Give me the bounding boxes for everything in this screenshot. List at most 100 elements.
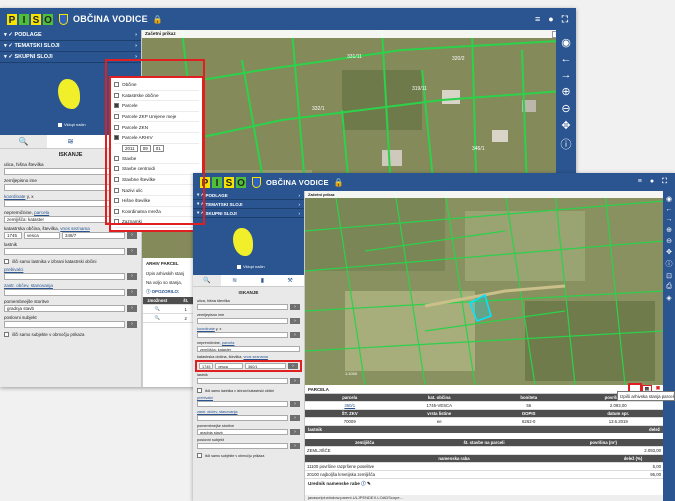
owner-only-checkbox[interactable]: išči samo lastnika v izbrani katastrski … (193, 386, 304, 395)
edit-icon[interactable]: ✎ (367, 481, 371, 486)
accordion-skupni-sloji[interactable]: ▾ ✓ SKUPNI SLOJI › (193, 209, 304, 218)
place-name-input[interactable] (197, 318, 288, 324)
services-select[interactable]: gradnja stavb (197, 429, 288, 435)
pan-icon[interactable]: ✥ (666, 248, 672, 256)
street-input[interactable] (197, 304, 288, 310)
measure-icon[interactable]: ⊡ (666, 272, 672, 280)
tab-layers[interactable]: ≋ (221, 275, 249, 286)
info-icon[interactable]: ⓘ (666, 259, 673, 269)
back-arrow-icon[interactable]: ← (561, 53, 572, 65)
piso-logo: PISO (199, 175, 247, 189)
coordinates-input[interactable] (197, 332, 288, 338)
overview-minimap[interactable]: Vklopi način (193, 218, 304, 275)
business-go-button[interactable]: › (290, 443, 300, 449)
map-header: Začetni prikazopis (142, 30, 576, 38)
svg-text:320/2: 320/2 (452, 56, 465, 62)
info-icon[interactable]: ⓘ (561, 136, 572, 152)
tab-layers[interactable]: ≋ (47, 135, 94, 148)
insured-input[interactable] (4, 289, 125, 296)
residents-go-button[interactable]: › (290, 401, 300, 407)
land-use-table: namenska raba delež (%) 11100 površine ra… (305, 455, 663, 479)
zoom-in-icon[interactable]: ⊕ (561, 85, 570, 98)
minimap-mode-toggle[interactable]: Vklopi način (237, 264, 265, 269)
owner-input[interactable] (4, 248, 125, 255)
land-use-editor[interactable]: Urednik namenske rabe ⓘ ✎ (305, 479, 663, 489)
accordion-tematski-sloji[interactable]: ▾ ✓ TEMATSKI SLOJI › (193, 200, 304, 209)
owner-go-button[interactable]: › (290, 378, 300, 384)
services-label: pomembnejše storitve (4, 299, 49, 304)
archive-text: Izpis arhivskih stanj (146, 271, 185, 276)
map-view[interactable]: Začetni prikaz 1:1000 (305, 191, 663, 385)
services-go-button[interactable]: › (290, 429, 300, 435)
forward-arrow-icon[interactable]: → (666, 216, 673, 223)
business-only-checkbox[interactable]: išči samo subjekte v območju prikaza (0, 330, 141, 339)
forward-arrow-icon[interactable]: → (561, 69, 572, 81)
pan-icon[interactable]: ✥ (561, 119, 570, 132)
layers-icon[interactable]: ◈ (666, 294, 671, 302)
help-icon[interactable]: ⓘ (361, 481, 366, 486)
property-type-select[interactable]: zemljišča: kataster (197, 346, 300, 352)
zoom-out-icon[interactable]: ⊖ (666, 237, 672, 245)
fullscreen-icon[interactable]: ⛶ (562, 14, 568, 25)
coordinates-go-button[interactable]: › (290, 332, 300, 338)
user-icon[interactable]: ● (548, 14, 553, 25)
ko-name-select[interactable]: vesca (24, 232, 60, 239)
insured-go-button[interactable]: › (290, 415, 300, 421)
tab-bookmarks[interactable]: ▮ (249, 275, 277, 286)
insured-go-button[interactable]: › (127, 289, 137, 296)
services-select[interactable]: gradnja stavb (4, 305, 125, 312)
tab-search[interactable]: 🔍 (0, 135, 47, 148)
business-only-checkbox[interactable]: išči samo subjekte v območju prikaza (193, 451, 304, 460)
street-go-button[interactable]: › (290, 304, 300, 310)
parcel-go-button[interactable]: › (288, 363, 298, 369)
ko-code-input[interactable]: 1745 (4, 232, 22, 239)
tab-search[interactable]: 🔍 (193, 275, 221, 286)
eye-icon[interactable]: ◉ (561, 36, 571, 49)
owner-go-button[interactable]: › (127, 248, 137, 255)
accordion-tematski-sloji[interactable]: ▾ ✓ TEMATSKI SLOJI › (0, 41, 141, 52)
business-input[interactable] (197, 443, 288, 449)
zoom-out-icon[interactable]: ⊖ (561, 102, 570, 115)
print-icon[interactable]: ⎙ (666, 283, 672, 291)
ko-name-select[interactable]: vesca (215, 363, 243, 369)
archive-search-icon[interactable]: 🔍 (143, 304, 172, 314)
insured-input[interactable] (197, 415, 288, 421)
parcel-link[interactable]: 360/1 (344, 403, 355, 408)
residents-input[interactable] (197, 401, 288, 407)
menu-icon[interactable]: ≡ (535, 14, 540, 25)
ko-code-input[interactable]: 1745 (199, 363, 213, 369)
back-arrow-icon[interactable]: ← (666, 206, 673, 213)
business-input[interactable] (4, 321, 125, 328)
aerial-map-background: 1:1000 (305, 191, 663, 385)
place-name-go-button[interactable]: › (290, 318, 300, 324)
svg-text:346/1: 346/1 (472, 146, 485, 152)
lock-icon[interactable]: 🔒 (153, 15, 163, 24)
fullscreen-icon[interactable]: ⛶ (662, 178, 667, 186)
insured-label: zastr. občev, stanovanja (4, 283, 53, 288)
owner-only-checkbox[interactable]: išči samo lastnika v izbrani katastrski … (0, 257, 141, 266)
parcel-number-input[interactable]: 360/1 (245, 363, 286, 369)
residents-go-button[interactable]: › (127, 273, 137, 280)
user-icon[interactable]: ● (650, 178, 654, 186)
archive-search-icon[interactable]: 🔍 (143, 313, 172, 323)
map-header: Začetni prikaz (305, 191, 663, 198)
municipality-shape (58, 79, 80, 109)
parcel-archive-panel: ARHIV PARCEL Izpis arhivskih stanj Na vo… (142, 258, 200, 387)
menu-icon[interactable]: ≡ (638, 178, 642, 186)
owner-input[interactable] (197, 378, 288, 384)
status-url: javascript:window.parent.ULJPENDEX.LOADS… (305, 495, 663, 501)
accordion-podlage[interactable]: ▾ ✓ PODLAGE › (0, 30, 141, 41)
minimap-mode-toggle[interactable]: Vklopi način (58, 122, 86, 127)
residents-input[interactable] (4, 273, 125, 280)
accordion-podlage[interactable]: ▾ ✓ PODLAGE › (193, 191, 304, 200)
zoom-in-icon[interactable]: ⊕ (666, 226, 672, 234)
parcel-go-button[interactable]: › (127, 232, 137, 239)
municipality-crest-icon (59, 13, 68, 25)
business-go-button[interactable]: › (127, 321, 137, 328)
top-bar: PISO OBČINA VODICE 🔒 ≡ ● ⛶ (193, 173, 675, 191)
parcel-number-input[interactable]: 348/7 (62, 232, 125, 239)
lock-icon[interactable]: 🔒 (334, 178, 344, 187)
eye-icon[interactable]: ◉ (666, 195, 672, 203)
services-go-button[interactable]: › (127, 305, 137, 312)
tab-tools[interactable]: ⚒ (276, 275, 304, 286)
